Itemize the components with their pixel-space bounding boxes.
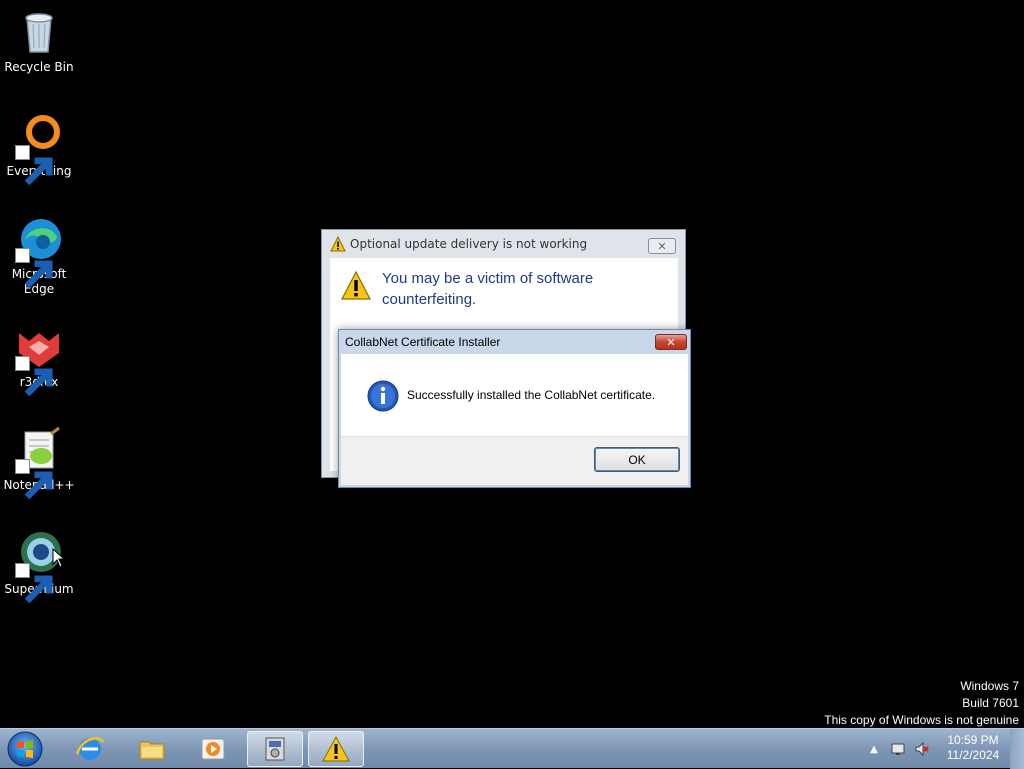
desktop-icon-notepad-plus-plus[interactable]: Notepad++ — [0, 426, 78, 500]
start-button[interactable] — [6, 730, 44, 768]
edge-icon — [15, 215, 63, 289]
everything-icon — [15, 112, 63, 186]
windows-orb-icon — [7, 731, 43, 767]
dialog-title: CollabNet Certificate Installer — [345, 335, 501, 349]
dialog-titlebar[interactable]: CollabNet Certificate Installer — [339, 330, 690, 354]
clock-date: 11/2/2024 — [946, 748, 1000, 762]
close-icon: ✕ — [666, 335, 676, 349]
main-instruction: You may be a victim of software counterf… — [382, 270, 594, 308]
action-center-icon[interactable] — [890, 741, 906, 757]
taskbar-warning[interactable] — [308, 731, 364, 767]
close-button[interactable]: ✕ — [655, 334, 687, 350]
chevron-up-icon: ▲ — [870, 743, 878, 755]
desktop-icon-everything[interactable]: Everything — [0, 112, 78, 186]
taskbar-media-player[interactable] — [186, 731, 242, 767]
media-player-icon — [201, 738, 225, 760]
taskbar-file-explorer[interactable] — [124, 731, 180, 767]
dialog-message: Successfully installed the CollabNet cer… — [407, 388, 656, 402]
close-button[interactable]: ✕ — [648, 238, 676, 254]
warning-icon — [341, 270, 371, 300]
watermark-line-os: Windows 7 — [960, 679, 1019, 693]
dialog-footer: OK — [341, 436, 688, 485]
windows-watermark: Windows 7 Build 7601 This copy of Window… — [824, 678, 1019, 729]
taskbar-clock[interactable]: 10:59 PM 11/2/2024 — [938, 733, 1008, 763]
shortcut-arrow-icon — [15, 459, 53, 500]
show-desktop-button[interactable] — [1010, 729, 1024, 769]
desktop-icon-supermium[interactable]: Supermium — [0, 530, 78, 604]
desktop-icon-label: Recycle Bin — [4, 60, 74, 74]
installer-icon — [265, 737, 285, 761]
dialog-client-area: Successfully installed the CollabNet cer… — [341, 354, 688, 485]
folder-icon — [139, 741, 165, 760]
info-icon — [367, 380, 399, 412]
watermark-line-build: Build 7601 — [962, 696, 1019, 710]
volume-muted-icon[interactable] — [914, 741, 930, 757]
dialog-titlebar[interactable]: Optional update delivery is not working — [322, 230, 685, 258]
clock-time: 10:59 PM — [947, 733, 999, 747]
taskbar-installer[interactable] — [247, 731, 303, 767]
shortcut-arrow-icon — [15, 248, 53, 289]
system-tray: ▲ — [866, 729, 938, 769]
desktop-icon-r3dfox[interactable]: r3dfox — [0, 323, 78, 397]
desktop-icon-microsoft-edge[interactable]: Microsoft Edge — [0, 215, 78, 297]
show-hidden-icons-button[interactable]: ▲ — [866, 741, 882, 757]
notepad-plus-plus-icon — [15, 426, 63, 500]
r3dfox-icon — [15, 323, 63, 397]
certificate-installer-dialog: CollabNet Certificate Installer ✕ Succes… — [338, 329, 691, 488]
mouse-cursor-icon — [52, 548, 66, 568]
dialog-title: Optional update delivery is not working — [350, 237, 588, 251]
internet-explorer-icon — [75, 737, 105, 760]
shortcut-arrow-icon — [15, 145, 53, 186]
shortcut-arrow-icon — [15, 356, 53, 397]
recycle-bin-icon — [15, 8, 63, 56]
warning-small-icon — [330, 236, 346, 252]
ok-button[interactable]: OK — [594, 447, 680, 472]
taskbar-internet-explorer[interactable] — [62, 731, 118, 767]
desktop-icon-recycle-bin[interactable]: Recycle Bin — [0, 8, 78, 75]
taskbar: ▲ 10:59 PM 11/2/2024 — [0, 728, 1024, 769]
warning-icon — [322, 735, 350, 762]
shortcut-arrow-icon — [15, 563, 53, 604]
watermark-line-genuine: This copy of Windows is not genuine — [824, 713, 1019, 727]
close-icon: ✕ — [657, 239, 667, 253]
